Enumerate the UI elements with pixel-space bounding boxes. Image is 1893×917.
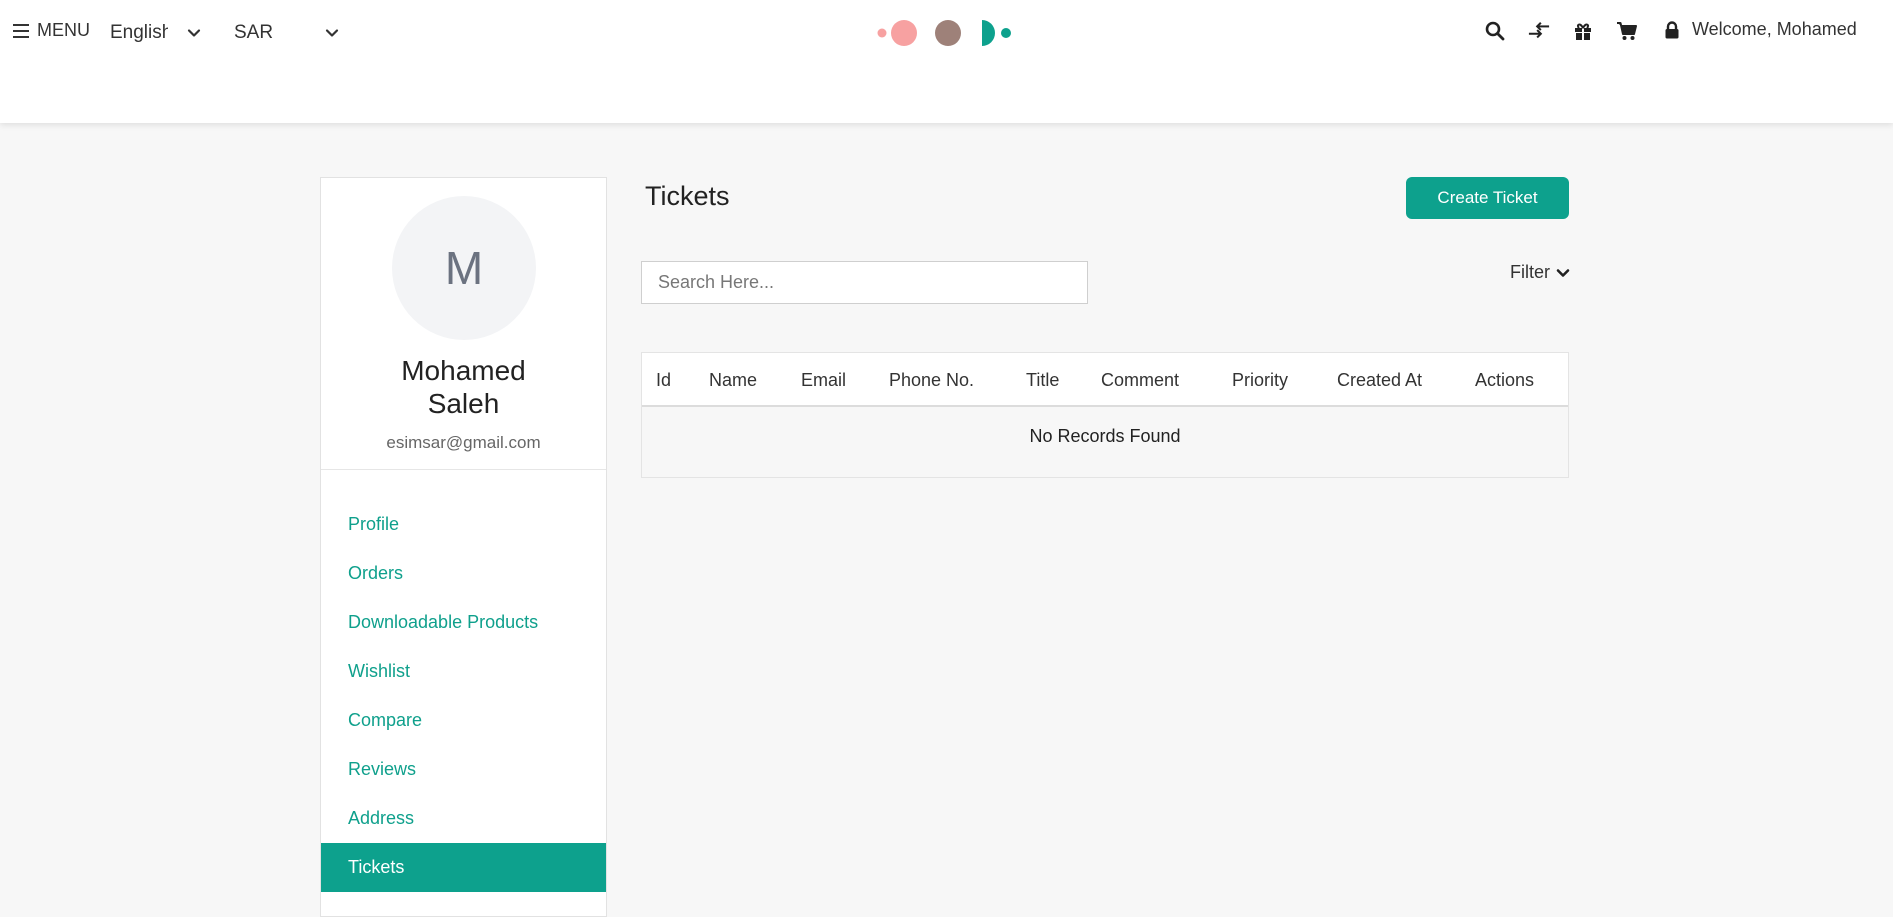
chevron-down-icon (325, 29, 339, 37)
sidebar-item-profile[interactable]: Profile (321, 500, 606, 549)
language-select[interactable]: English (110, 18, 202, 48)
create-ticket-button[interactable]: Create Ticket (1406, 177, 1569, 219)
sidebar-item-reviews[interactable]: Reviews (321, 745, 606, 794)
column-header-name[interactable]: Name (709, 353, 757, 407)
column-header-email[interactable]: Email (801, 353, 846, 407)
column-header-phone[interactable]: Phone No. (889, 353, 974, 407)
account-sidebar: M Mohamed Saleh esimsar@gmail.com Profil… (320, 177, 607, 917)
column-header-priority[interactable]: Priority (1232, 353, 1288, 407)
filter-label: Filter (1510, 262, 1550, 282)
column-header-id[interactable]: Id (656, 353, 671, 407)
divider (321, 469, 606, 470)
sidebar-item-wishlist[interactable]: Wishlist (321, 647, 606, 696)
user-email: esimsar@gmail.com (386, 433, 541, 452)
menu-button[interactable]: MENU (13, 20, 90, 41)
account-menu[interactable]: Welcome, Mohamed (1664, 19, 1857, 40)
column-header-title[interactable]: Title (1026, 353, 1059, 407)
currency-select[interactable]: SAR (234, 18, 340, 48)
chevron-down-icon (187, 29, 201, 37)
avatar: M (392, 196, 536, 340)
sidebar-nav: Profile Orders Downloadable Products Wis… (321, 500, 606, 892)
column-header-comment[interactable]: Comment (1101, 353, 1179, 407)
currency-value: SAR (234, 22, 274, 43)
tickets-table: Id Name Email Phone No. Title Comment Pr… (641, 352, 1569, 478)
table-header: Id Name Email Phone No. Title Comment Pr… (642, 353, 1568, 407)
column-header-created-at[interactable]: Created At (1337, 353, 1422, 407)
compare-icon[interactable] (1528, 20, 1550, 42)
sidebar-item-orders[interactable]: Orders (321, 549, 606, 598)
language-value: English (110, 22, 168, 43)
avatar-initial: M (444, 242, 484, 294)
gift-icon[interactable] (1572, 20, 1594, 42)
page-title: Tickets (645, 181, 730, 211)
sidebar-item-compare[interactable]: Compare (321, 696, 606, 745)
user-name: Mohamed Saleh (401, 355, 526, 419)
brand-logo[interactable] (876, 18, 1012, 48)
hamburger-icon (13, 23, 29, 38)
cart-icon[interactable] (1616, 20, 1638, 42)
column-header-actions[interactable]: Actions (1475, 353, 1534, 407)
top-header: MENU English SAR Welcome, Mohamed (0, 0, 1893, 123)
search-icon[interactable] (1484, 20, 1506, 42)
sidebar-item-downloadable-products[interactable]: Downloadable Products (321, 598, 606, 647)
filter-dropdown[interactable]: Filter (1510, 262, 1570, 283)
search-input[interactable] (641, 261, 1088, 304)
welcome-text: Welcome, Mohamed (1692, 19, 1857, 39)
empty-state: No Records Found (1029, 426, 1181, 446)
header-icon-bar (1484, 20, 1638, 42)
chevron-down-icon (1556, 268, 1570, 277)
sidebar-item-tickets[interactable]: Tickets (321, 843, 606, 892)
menu-label: MENU (37, 20, 90, 40)
sidebar-item-address[interactable]: Address (321, 794, 606, 843)
lock-icon (1665, 20, 1679, 38)
